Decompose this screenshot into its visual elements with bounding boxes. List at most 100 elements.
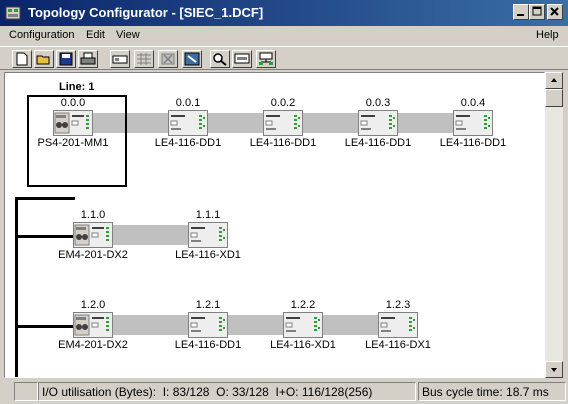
module-graphic [380,317,415,332]
io-label: I/O utilisation (Bytes): [42,385,157,399]
module-address: 1.2.1 [195,299,221,311]
selection-box [27,95,127,187]
module-device-icon [378,312,418,338]
menu-configuration[interactable]: Configuration [9,29,74,41]
vertical-scrollbar[interactable] [545,72,563,378]
module-graphic [190,317,225,332]
menu-edit[interactable]: Edit [86,29,105,41]
scroll-down-button[interactable] [545,361,563,378]
app-icon [5,6,21,20]
open-button[interactable] [34,50,54,68]
new-button[interactable] [12,50,32,68]
status-bar: I/O utilisation (Bytes): I: 83/128 O: 33… [0,380,568,404]
status-panel-blank [14,382,38,401]
module-device-icon [263,110,303,136]
bus-feed-line-2 [15,325,73,328]
output-label: O: [216,385,229,399]
menu-help[interactable]: Help [536,29,559,41]
bus-feed-line-1 [15,235,73,238]
zoom-button[interactable] [210,50,230,68]
module-graphic [190,227,225,242]
minimize-icon [517,14,524,16]
input-label: I: [162,385,170,399]
delete-button[interactable] [158,50,178,68]
module-address: 0.0.1 [175,97,201,109]
module-name: LE4-116-XD1 [270,339,336,351]
grid-icon [137,53,151,65]
new-icon [16,52,28,66]
status-io-panel: I/O utilisation (Bytes): I: 83/128 O: 33… [38,382,416,401]
network-icon [259,52,273,65]
save-button[interactable] [56,50,76,68]
module-device-icon [453,110,493,136]
arrow-up-icon [551,78,557,82]
bus-band-line-2 [73,315,418,335]
module-address: 0.0.2 [270,97,296,109]
grid-button[interactable] [134,50,154,68]
module-name: LE4-116-DX1 [365,339,431,351]
status-bus-cycle: Bus cycle time: 18.7 ms [418,382,566,401]
module-address: 0.0.3 [365,97,391,109]
module-address: 1.2.0 [80,299,106,311]
module-address: 1.2.3 [385,299,411,311]
maximize-icon [532,6,542,16]
module-name: LE4-116-DD1 [154,137,222,149]
monitor-button[interactable] [232,50,252,68]
print-button[interactable] [78,50,98,68]
topology-canvas[interactable]: 0.0.0 PS4-201-MM1 Line: 1 0.0.1 LE4-116-DD1 0… [4,72,545,378]
toolbar [0,46,568,70]
module-address: 0.0.4 [460,97,486,109]
arrow-down-icon [551,368,557,372]
module-device-icon [188,222,228,248]
module-icon [112,55,128,64]
save-icon [59,52,73,66]
config-button[interactable] [182,50,202,68]
menu-view[interactable]: View [116,29,140,41]
monitor-icon [234,53,250,64]
module-name: LE4-116-XD1 [175,249,241,261]
module-address: 1.2.2 [290,299,316,311]
title-bar: Topology Configurator - [SIEC_1.DCF] [0,0,568,26]
delete-icon [161,53,175,65]
module-name: EM4-201-DX2 [58,339,128,351]
module-address: 1.1.1 [195,209,221,221]
print-icon [80,52,96,65]
output-value: 33/128 [232,385,269,399]
maximize-button[interactable] [529,4,545,20]
module-name: LE4-116-DD1 [249,137,317,149]
window-title: Topology Configurator - [SIEC_1.DCF] [28,5,264,20]
module-name: LE4-116-DD1 [174,339,242,351]
scroll-up-button[interactable] [545,72,563,89]
bus-trunk-line [15,197,18,377]
io-sum-value: 116/128(256) [301,385,373,399]
module-graphic [170,115,205,130]
module-device-icon [168,110,208,136]
menu-bar: Configuration Edit View Help [0,26,568,46]
module-device-icon [358,110,398,136]
line-label: Line: 1 [59,81,95,93]
module-graphic [455,115,490,130]
io-sum-label: I+O: [275,385,299,399]
module-graphic [285,317,320,332]
network-button[interactable] [256,50,276,68]
module-device-icon [188,312,228,338]
module-device-icon [283,312,323,338]
zoom-icon [213,53,227,66]
close-icon [550,7,559,16]
module-button[interactable] [110,50,130,68]
open-icon [36,55,50,65]
module-device-icon [73,222,113,248]
close-button[interactable] [547,4,563,20]
module-name: LE4-116-DD1 [344,137,412,149]
module-graphic [74,224,109,246]
module-device-icon [73,312,113,338]
scroll-thumb[interactable] [545,89,563,107]
input-value: 83/128 [172,385,210,399]
module-name: LE4-116-DD1 [439,137,507,149]
module-name: EM4-201-DX2 [58,249,128,261]
module-address: 1.1.0 [80,209,106,221]
module-graphic [265,115,300,130]
module-graphic [360,115,395,130]
bus-drop-line [15,197,75,200]
minimize-button[interactable] [513,4,529,20]
